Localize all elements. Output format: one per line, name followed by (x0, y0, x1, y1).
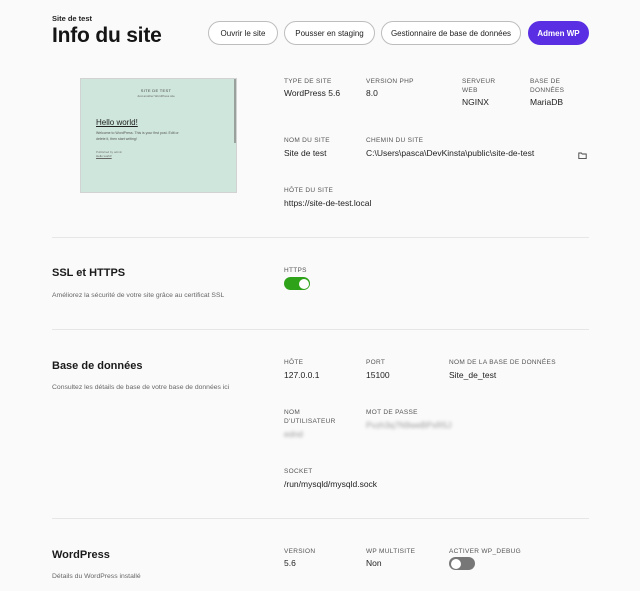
ssl-section-desc: Améliorez la sécurité de votre site grâc… (52, 292, 225, 299)
preview-post-title: Hello world! (96, 118, 138, 127)
site-type-label: TYPE DE SITE (284, 78, 332, 85)
site-name-label: NOM DU SITE (284, 137, 330, 144)
database-section-desc: Consultez les détails de base de votre b… (52, 384, 230, 391)
site-type-value: WordPress 5.6 (284, 88, 341, 98)
wp-debug-toggle[interactable] (449, 557, 475, 570)
php-version-label: VERSION PHP (366, 78, 414, 85)
database-section-title: Base de données (52, 360, 143, 372)
site-preview-thumbnail[interactable]: SITE DE TEST Just another WordPress site… (80, 78, 237, 193)
db-port-label: PORT (366, 359, 386, 366)
wp-multisite-value: Non (366, 558, 382, 568)
preview-post-body: Welcome to WordPress. This is your first… (96, 131, 179, 141)
divider (52, 237, 589, 238)
wp-debug-label: ACTIVER WP_DEBUG (449, 548, 521, 555)
db-password-value: Pvzh3q7N9weBPxR5J (366, 420, 452, 430)
folder-icon[interactable] (578, 147, 587, 160)
divider (52, 329, 589, 330)
preview-scrollbar (234, 79, 236, 143)
database-manager-button[interactable]: Gestionnaire de base de données (381, 21, 521, 45)
db-host-value: 127.0.0.1 (284, 370, 320, 380)
site-path-label: CHEMIN DU SITE (366, 137, 424, 144)
wp-multisite-label: WP MULTISITE (366, 548, 416, 555)
https-label: HTTPS (284, 267, 307, 274)
db-name-value: Site_de_test (449, 370, 497, 380)
db-socket-label: SOCKET (284, 468, 313, 475)
database-type-value: MariaDB (530, 97, 564, 107)
toggle-knob (450, 558, 461, 569)
db-user-value: ednd (284, 429, 303, 439)
open-site-button[interactable]: Ouvrir le site (208, 21, 278, 45)
database-type-label: BASE DE DONNÉES (530, 78, 565, 94)
site-name-eyebrow: Site de test (52, 14, 93, 23)
site-host-value: https://site-de-test.local (284, 198, 372, 208)
wp-version-value: 5.6 (284, 558, 296, 568)
divider (52, 518, 589, 519)
ssl-section-title: SSL et HTTPS (52, 267, 126, 279)
page-title: Info du site (52, 24, 162, 47)
push-staging-button[interactable]: Pousser en staging (284, 21, 375, 45)
web-server-value: NGINX (462, 97, 489, 107)
db-host-label: HÔTE (284, 359, 304, 366)
php-version-value: 8.0 (366, 88, 378, 98)
https-toggle[interactable] (284, 277, 310, 290)
web-server-label: SERVEUR WEB (462, 78, 496, 94)
wordpress-section-desc: Détails du WordPress installé (52, 573, 141, 580)
db-user-label: NOM D'UTILISATEUR (284, 409, 336, 425)
preview-post-link: Hello world! (96, 154, 112, 158)
site-host-label: HÔTE DU SITE (284, 187, 334, 194)
db-port-value: 15100 (366, 370, 390, 380)
toggle-knob (298, 278, 309, 289)
db-socket-value: /run/mysqld/mysqld.sock (284, 479, 378, 489)
site-name-value: Site de test (284, 148, 327, 158)
wp-version-label: VERSION (284, 548, 316, 555)
db-password-label: MOT DE PASSE (366, 409, 418, 416)
preview-site-title: SITE DE TEST (140, 88, 172, 93)
db-name-label: NOM DE LA BASE DE DONNÉES (449, 359, 556, 366)
admin-wp-button[interactable]: Admen WP (528, 21, 589, 45)
preview-tagline: Just another WordPress site (137, 94, 175, 98)
site-path-value: C:\Users\pasca\DevKinsta\public\site-de-… (366, 148, 535, 158)
wordpress-section-title: WordPress (52, 549, 110, 561)
